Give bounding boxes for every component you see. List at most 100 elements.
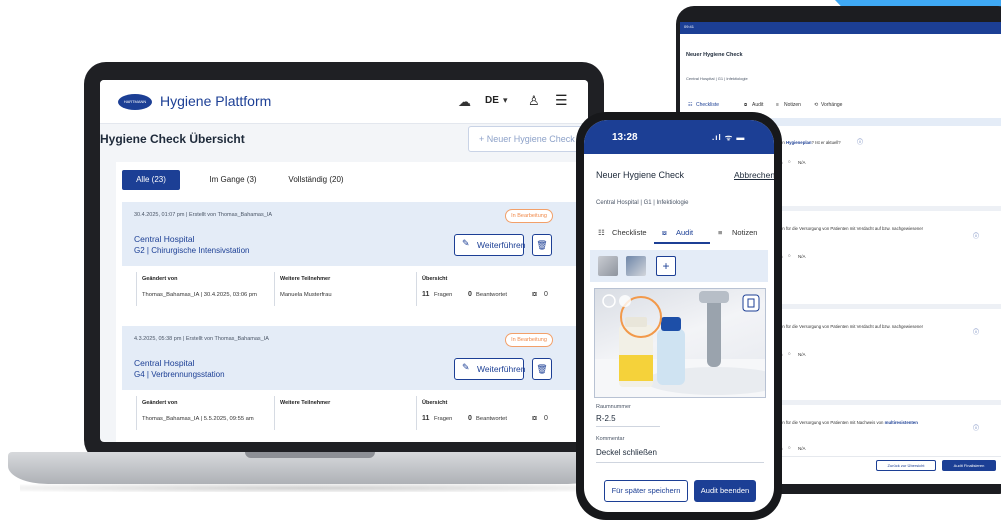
delete-button[interactable]: 🗑: [532, 234, 552, 256]
question-text: en für die Versorgung von Patienten mit …: [780, 324, 924, 329]
end-audit-button[interactable]: Audit beenden: [694, 480, 756, 502]
questions-count: 11: [422, 291, 430, 298]
back-to-overview-button[interactable]: Zurück zur Übersicht: [876, 460, 936, 471]
checklist-icon: ☷: [688, 102, 693, 108]
card-hospital: Central Hospital: [134, 358, 195, 368]
photo-thumbnail[interactable]: [598, 256, 618, 276]
divider: [136, 396, 137, 430]
comment-field[interactable]: Deckel schließen: [596, 448, 657, 457]
tab-checklist[interactable]: Checkliste: [696, 102, 719, 108]
checklist-icon: ☷: [598, 228, 605, 237]
check-card-body: [122, 266, 588, 312]
brand-logo[interactable]: HARTMANN: [118, 94, 152, 110]
language-selector[interactable]: DE: [485, 95, 499, 106]
tab-audit[interactable]: Audit: [752, 102, 763, 108]
composite-stage: HARTMANN Hygiene Plattform ☁ DE ▾ ♙ ☰ Hy…: [0, 0, 1001, 526]
answered-count: 0: [468, 291, 472, 298]
divider: [416, 396, 417, 430]
new-hygiene-check-button[interactable]: + Neuer Hygiene Check: [468, 126, 586, 152]
divider: [274, 396, 275, 430]
tablet-status-time: 09:41: [684, 24, 695, 29]
card-station: G2 | Chirurgische Intensivstation: [134, 246, 250, 255]
room-number-label: Raumnummer: [596, 404, 631, 410]
changed-by-value: Thomas_Bahamas_IA | 30.4.2025, 03:06 pm: [142, 292, 257, 298]
phone-breadcrumb: Central Hospital | G1 | Infektiologie: [596, 200, 689, 206]
card-meta: 4.3.2025, 05:38 pm | Erstellt von Thomas…: [134, 336, 269, 342]
photo-count: 0: [544, 291, 548, 298]
delete-button[interactable]: 🗑: [532, 358, 552, 380]
tab-complete[interactable]: Vollständig (20): [276, 170, 356, 190]
save-for-later-button[interactable]: Für später speichern: [604, 480, 688, 502]
answered-label: Beantwortet: [476, 292, 507, 298]
menu-icon[interactable]: ☰: [555, 92, 568, 109]
radio-na[interactable]: ○: [788, 253, 791, 258]
option-na-label: N/A: [798, 254, 806, 259]
user-icon[interactable]: ♙: [528, 93, 540, 109]
tab-history[interactable]: Vorhänge: [821, 102, 842, 108]
laptop-notch: [245, 452, 375, 458]
comment-label: Kommentar: [596, 436, 625, 442]
changed-by-value: Thomas_Bahamas_IA | 5.5.2025, 09:55 am: [142, 416, 254, 422]
option-na-label: N/A: [798, 446, 806, 451]
tab-audit[interactable]: Audit: [676, 228, 693, 237]
camera-icon: ⧇: [744, 102, 748, 108]
pencil-icon: ✎: [462, 238, 470, 248]
chevron-down-icon[interactable]: ▾: [503, 95, 508, 106]
history-icon: ⟲: [814, 102, 819, 108]
radio-na[interactable]: ○: [788, 351, 791, 356]
divider: [274, 272, 275, 306]
laptop-screen: HARTMANN Hygiene Plattform ☁ DE ▾ ♙ ☰ Hy…: [100, 80, 588, 442]
question-text: en für die Versorgung von Patienten mit …: [780, 226, 924, 231]
room-number-field[interactable]: R-2.5: [596, 414, 616, 423]
tablet-status-bar: [680, 22, 1001, 34]
cloud-sync-icon[interactable]: ☁: [458, 94, 471, 110]
signal-battery-icon: .ıl ᯤ ▬: [712, 133, 746, 142]
status-badge: In Bearbeitung: [505, 333, 553, 347]
tab-all[interactable]: Alle (23): [122, 170, 180, 190]
photo-thumbnail[interactable]: [626, 256, 646, 276]
audit-photo[interactable]: [594, 288, 766, 398]
tab-in-progress[interactable]: Im Gange (3): [198, 170, 268, 190]
field-underline: [596, 426, 660, 427]
card-station: G4 | Verbrennungsstation: [134, 370, 225, 379]
info-icon[interactable]: ⓘ: [857, 137, 863, 146]
radio-na[interactable]: ○: [788, 445, 791, 450]
camera-icon: ⧇: [532, 289, 538, 298]
radio-na[interactable]: ○: [788, 159, 791, 164]
answered-label: Beantwortet: [476, 416, 507, 422]
finalize-audit-button[interactable]: Audit Finalisieren: [942, 460, 996, 471]
notes-icon: ≡: [718, 228, 723, 237]
question-text: en für die Versorgung von Patienten mit …: [780, 420, 918, 425]
info-icon[interactable]: ⓘ: [973, 423, 979, 432]
check-card-body: [122, 390, 588, 436]
participants-header: Weitere Teilnehmer: [280, 400, 331, 406]
participants-value: Manuela Musterfrau: [280, 292, 332, 298]
laptop-shadow: [20, 484, 600, 492]
overview-header: Übersicht: [422, 276, 448, 282]
tab-notes[interactable]: Notizen: [784, 102, 801, 108]
changed-by-header: Geändert von: [142, 400, 178, 406]
overview-header: Übersicht: [422, 400, 448, 406]
questions-label: Fragen: [434, 416, 453, 422]
phone-title: Neuer Hygiene Check: [596, 170, 685, 180]
info-icon[interactable]: ⓘ: [973, 327, 979, 336]
info-icon[interactable]: ⓘ: [973, 231, 979, 240]
question-text: en Hygieneplan? Ist er aktuell?: [780, 140, 841, 145]
notes-icon: ≡: [776, 102, 779, 108]
divider: [136, 272, 137, 306]
phone-screen: 13:28 .ıl ᯤ ▬ Neuer Hygiene Check Abbrec…: [584, 120, 774, 512]
card-meta: 30.4.2025, 01:07 pm | Erstellt von Thoma…: [134, 212, 272, 218]
field-underline: [596, 462, 764, 463]
tablet-title: Neuer Hygiene Check: [686, 52, 743, 58]
tab-checklist[interactable]: Checkliste: [612, 228, 647, 237]
camera-icon: ⧇: [662, 228, 667, 237]
phone-time: 13:28: [612, 132, 638, 143]
page-title: Hygiene Check Übersicht: [100, 132, 245, 146]
card-hospital: Central Hospital: [134, 234, 195, 244]
tab-notes[interactable]: Notizen: [732, 228, 757, 237]
option-na-label: N/A: [798, 352, 806, 357]
cancel-link[interactable]: Abbrechen: [734, 170, 774, 180]
tablet-breadcrumb: Central Hospital | G1 | Infektiologie: [686, 76, 748, 81]
question-separator: [780, 400, 1001, 405]
add-photo-button[interactable]: +: [656, 256, 676, 276]
